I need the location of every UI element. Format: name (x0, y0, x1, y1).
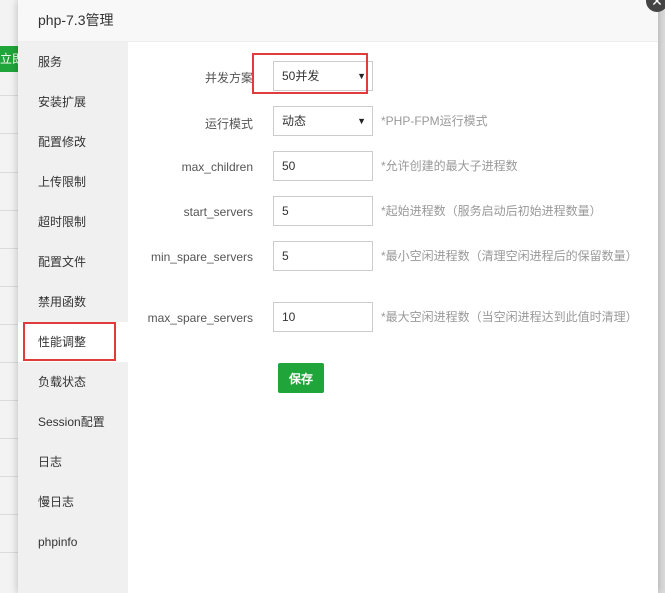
sidebar-item-label: 配置修改 (38, 135, 87, 149)
sidebar-item-label: 慢日志 (38, 495, 75, 509)
sidebar-item-label: 日志 (38, 455, 63, 469)
sidebar-item-config-file[interactable]: 配置文件 (18, 242, 128, 282)
max-spare-servers-value: 10 (282, 310, 296, 324)
sidebar-item-session-config[interactable]: Session配置 (18, 402, 128, 442)
sidebar-item-label: 上传限制 (38, 175, 87, 189)
sidebar-item-label: 超时限制 (38, 215, 87, 229)
sidebar-item-log[interactable]: 日志 (18, 442, 128, 482)
start-servers-input[interactable]: 5 (273, 196, 373, 226)
sidebar-item-label: 服务 (38, 55, 63, 69)
min-spare-servers-hint-text: *最小空闲进程数（清理空闲进程后的保留数量） (381, 249, 638, 263)
sidebar-item-label: 配置文件 (38, 255, 87, 269)
sidebar-item-phpinfo[interactable]: phpinfo (18, 522, 128, 562)
sidebar-item-performance[interactable]: 性能调整 (18, 322, 128, 362)
save-button[interactable]: 保存 (278, 363, 324, 393)
start-servers-hint: *起始进程数（服务启动后初始进程数量） (381, 204, 602, 218)
sidebar-item-config-edit[interactable]: 配置修改 (18, 122, 128, 162)
sidebar-item-slow-log[interactable]: 慢日志 (18, 482, 128, 522)
sidebar-item-label: 安装扩展 (38, 95, 87, 109)
background-divider (0, 95, 18, 96)
min-spare-servers-hint: *最小空闲进程数（清理空闲进程后的保留数量） (381, 246, 641, 266)
sidebar-item-load-status[interactable]: 负载状态 (18, 362, 128, 402)
min-spare-servers-value: 5 (282, 249, 289, 263)
background-divider (0, 552, 18, 553)
sidebar-item-label: phpinfo (38, 535, 78, 549)
sidebar-item-label: Session配置 (38, 415, 105, 429)
background-divider (0, 400, 18, 401)
sidebar-item-label: 性能调整 (38, 335, 87, 349)
run-mode-select[interactable]: 动态 ▼ (273, 106, 373, 136)
background-green-button[interactable]: 立即 (0, 46, 18, 72)
sidebar-item-disabled-functions[interactable]: 禁用函数 (18, 282, 128, 322)
max-spare-servers-input[interactable]: 10 (273, 302, 373, 332)
run-mode-label: 运行模式 (204, 117, 253, 131)
performance-form: 并发方案 50并发 ▼ 运行模式 动态 ▼ *PHP-FPM运行模式 max_c… (128, 42, 658, 593)
concurrency-label: 并发方案 (204, 71, 253, 85)
background-divider (0, 362, 18, 363)
max-spare-servers-hint: *最大空闲进程数（当空闲进程达到此值时清理） (381, 310, 638, 324)
background-right-edge (658, 0, 665, 593)
chevron-down-icon: ▼ (357, 116, 366, 126)
concurrency-value: 50并发 (282, 69, 320, 83)
max-children-value: 50 (282, 159, 296, 173)
background-divider (0, 514, 18, 515)
dialog-title: php-7.3管理 (38, 12, 114, 28)
sidebar: 服务 安装扩展 配置修改 上传限制 超时限制 配置文件 禁用函数 性能调整 负载… (18, 42, 128, 593)
php-manager-dialog: php-7.3管理 ✕ 服务 安装扩展 配置修改 上传限制 超时限制 配置文件 … (18, 0, 665, 593)
background-divider (0, 324, 18, 325)
start-servers-label: start_servers (183, 205, 253, 219)
dialog-header: php-7.3管理 (18, 0, 658, 42)
run-mode-value: 动态 (282, 114, 307, 128)
background-divider (0, 476, 18, 477)
sidebar-item-service[interactable]: 服务 (18, 42, 128, 82)
background-divider (0, 133, 18, 134)
background-divider (0, 210, 18, 211)
min-spare-servers-input[interactable]: 5 (273, 241, 373, 271)
background-divider (0, 248, 18, 249)
max-spare-servers-label: max_spare_servers (147, 311, 253, 325)
background-divider (0, 438, 18, 439)
start-servers-value: 5 (282, 204, 289, 218)
chevron-down-icon: ▼ (357, 71, 366, 81)
max-children-label: max_children (181, 160, 253, 174)
sidebar-item-install-extensions[interactable]: 安装扩展 (18, 82, 128, 122)
sidebar-item-label: 禁用函数 (38, 295, 87, 309)
sidebar-item-timeout-limit[interactable]: 超时限制 (18, 202, 128, 242)
min-spare-servers-label: min_spare_servers (150, 250, 253, 264)
run-mode-hint: *PHP-FPM运行模式 (381, 114, 488, 128)
max-children-hint: *允许创建的最大子进程数 (381, 159, 518, 173)
max-children-input[interactable]: 50 (273, 151, 373, 181)
sidebar-item-upload-limit[interactable]: 上传限制 (18, 162, 128, 202)
background-divider (0, 172, 18, 173)
sidebar-item-label: 负载状态 (38, 375, 87, 389)
concurrency-select[interactable]: 50并发 ▼ (273, 61, 373, 91)
background-divider (0, 286, 18, 287)
